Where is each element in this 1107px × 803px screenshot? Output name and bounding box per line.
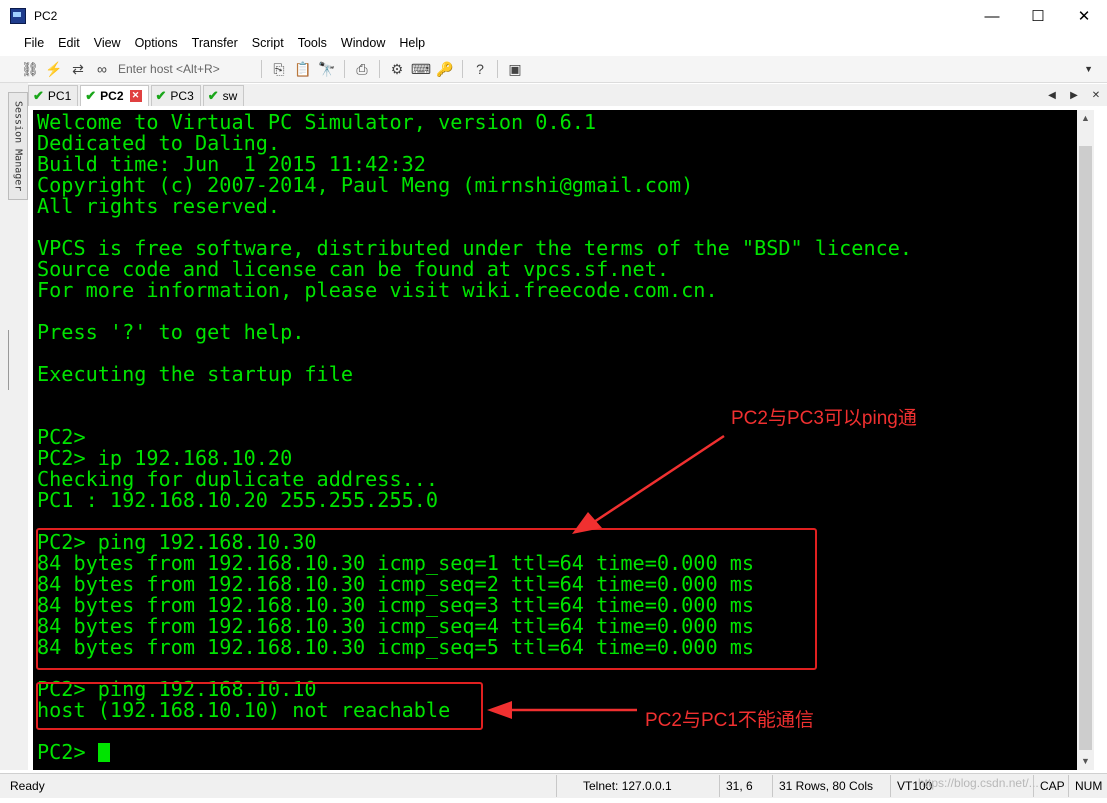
tab-label: PC3 bbox=[170, 88, 194, 103]
print-icon[interactable]: ⎙ bbox=[352, 59, 372, 79]
status-connection: Telnet: 127.0.0.1 bbox=[556, 775, 719, 797]
terminal-line: Build time: Jun 1 2015 11:42:32 bbox=[37, 152, 426, 176]
toolbar-separator bbox=[261, 60, 262, 78]
terminal-line: Copyright (c) 2007-2014, Paul Meng (mirn… bbox=[37, 173, 694, 197]
tab-navigation: ◀ ▶ ✕ bbox=[1041, 90, 1107, 101]
connected-check-icon: ✔ bbox=[33, 87, 44, 103]
tab-close-all-icon[interactable]: ✕ bbox=[1085, 90, 1107, 101]
terminal-line: PC1 : 192.168.10.20 255.255.255.0 bbox=[37, 488, 439, 512]
menu-edit[interactable]: Edit bbox=[51, 36, 87, 50]
terminal-line: For more information, please visit wiki.… bbox=[37, 278, 718, 302]
terminal-cursor bbox=[97, 743, 110, 762]
menu-tools[interactable]: Tools bbox=[291, 36, 334, 50]
reconnect-icon[interactable]: ⇄ bbox=[68, 59, 88, 79]
status-cursor-position: 31, 6 bbox=[719, 775, 772, 797]
maximize-button[interactable]: ☐ bbox=[1015, 0, 1061, 32]
tab-label: sw bbox=[222, 88, 238, 103]
help-icon[interactable]: ? bbox=[470, 59, 490, 79]
terminal-line: All rights reserved. bbox=[37, 194, 281, 218]
tab-sw[interactable]: ✔ sw bbox=[202, 84, 245, 106]
terminal-line: VPCS is free software, distributed under… bbox=[37, 236, 913, 260]
menu-window[interactable]: Window bbox=[334, 36, 392, 50]
scroll-down-icon[interactable]: ▼ bbox=[1077, 753, 1094, 770]
session-tab-bar: ✔ PC1 ✔ PC2 ✕ ✔ PC3 ✔ sw ◀ ▶ ✕ bbox=[28, 84, 1107, 106]
terminal-line: Checking for duplicate address... bbox=[37, 467, 439, 491]
terminal-screen[interactable]: Welcome to Virtual PC Simulator, version… bbox=[33, 110, 1077, 770]
menu-script[interactable]: Script bbox=[245, 36, 291, 50]
toolbar-separator bbox=[344, 60, 345, 78]
terminal-prompt: PC2> bbox=[37, 740, 98, 764]
toolbar-separator bbox=[462, 60, 463, 78]
menu-view[interactable]: View bbox=[87, 36, 128, 50]
vertical-scrollbar[interactable]: ▲ ▼ bbox=[1077, 110, 1094, 770]
watermark: https://blog.csdn.net/... bbox=[918, 776, 1039, 790]
toolbar-separator bbox=[379, 60, 380, 78]
find-icon[interactable]: 🔭 bbox=[317, 59, 337, 79]
close-button[interactable]: ✕ bbox=[1061, 0, 1107, 32]
terminal-line: PC2> bbox=[37, 425, 86, 449]
terminal-line: Executing the startup file bbox=[37, 362, 354, 386]
paste-icon[interactable]: 📋 bbox=[293, 59, 313, 79]
title-bar: PC2 — ☐ ✕ bbox=[0, 0, 1107, 32]
menu-file[interactable]: File bbox=[0, 36, 51, 50]
key-icon[interactable]: 🔑 bbox=[435, 59, 455, 79]
status-terminal-size: 31 Rows, 80 Cols bbox=[772, 775, 890, 797]
status-num: NUM bbox=[1068, 775, 1107, 797]
tab-label: PC1 bbox=[47, 88, 72, 103]
connected-check-icon: ✔ bbox=[85, 87, 97, 103]
tab-label: PC2 bbox=[100, 88, 124, 103]
scroll-up-icon[interactable]: ▲ bbox=[1077, 110, 1094, 127]
menu-options[interactable]: Options bbox=[128, 36, 185, 50]
copy-icon[interactable]: ⎘ bbox=[269, 59, 289, 79]
session-manager-tab[interactable]: Session Manager bbox=[8, 92, 28, 200]
host-input[interactable]: Enter host <Alt+R> bbox=[114, 60, 256, 78]
app-icon bbox=[10, 8, 26, 24]
connected-check-icon: ✔ bbox=[155, 87, 167, 103]
menu-transfer[interactable]: Transfer bbox=[185, 36, 245, 50]
keymap-icon[interactable]: ⌨ bbox=[411, 59, 431, 79]
background-window-edge bbox=[0, 330, 9, 390]
tab-prev-icon[interactable]: ◀ bbox=[1041, 90, 1063, 101]
connect-icon[interactable]: ⛓ bbox=[20, 59, 40, 79]
toolbar-overflow-icon[interactable]: ▼ bbox=[1084, 64, 1093, 74]
highlight-box-ping-success bbox=[36, 528, 817, 670]
menu-help[interactable]: Help bbox=[392, 36, 432, 50]
session-manager-label: Session Manager bbox=[12, 100, 24, 192]
settings-icon[interactable]: ⚙ bbox=[387, 59, 407, 79]
scroll-thumb[interactable] bbox=[1079, 146, 1092, 750]
quick-connect-icon[interactable]: ⚡ bbox=[44, 59, 64, 79]
sftp-icon[interactable]: ▣ bbox=[505, 59, 525, 79]
terminal-prompt-line: PC2> bbox=[37, 742, 110, 763]
tab-pc2[interactable]: ✔ PC2 ✕ bbox=[80, 84, 149, 106]
annotation-ping-fail: PC2与PC1不能通信 bbox=[645, 710, 814, 731]
connected-check-icon: ✔ bbox=[207, 87, 219, 103]
tab-next-icon[interactable]: ▶ bbox=[1063, 90, 1085, 101]
status-ready: Ready bbox=[10, 779, 45, 793]
minimize-button[interactable]: — bbox=[969, 0, 1015, 32]
toolbar-separator bbox=[497, 60, 498, 78]
window-controls: — ☐ ✕ bbox=[969, 0, 1107, 32]
terminal-line: Press '?' to get help. bbox=[37, 320, 305, 344]
terminal-line: Dedicated to Daling. bbox=[37, 131, 281, 155]
tab-close-icon[interactable]: ✕ bbox=[129, 89, 142, 102]
tab-pc1[interactable]: ✔ PC1 bbox=[28, 84, 79, 106]
disconnect-icon[interactable]: ∞ bbox=[92, 59, 112, 79]
terminal-line: PC2> ip 192.168.10.20 bbox=[37, 446, 293, 470]
terminal-line: Welcome to Virtual PC Simulator, version… bbox=[37, 110, 597, 134]
annotation-ping-success: PC2与PC3可以ping通 bbox=[731, 408, 917, 429]
terminal-line: Source code and license can be found at … bbox=[37, 257, 670, 281]
tab-pc3[interactable]: ✔ PC3 bbox=[150, 84, 201, 106]
window-title: PC2 bbox=[34, 9, 58, 23]
highlight-box-ping-fail bbox=[36, 682, 483, 730]
toolbar: ⛓ ⚡ ⇄ ∞ Enter host <Alt+R> ⎘ 📋 🔭 ⎙ ⚙ ⌨ 🔑… bbox=[0, 56, 1107, 83]
menu-bar: File Edit View Options Transfer Script T… bbox=[0, 32, 1107, 54]
